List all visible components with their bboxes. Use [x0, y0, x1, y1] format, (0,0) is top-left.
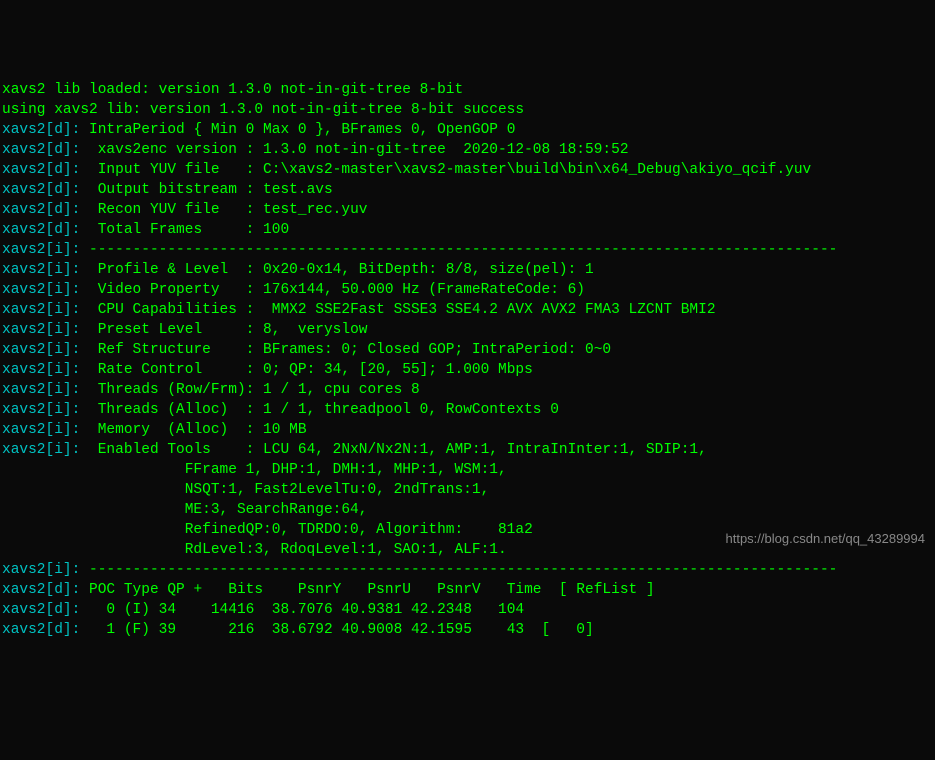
log-text: Preset Level : 8, veryslow: [80, 322, 367, 338]
log-line: xavs2[d]: 0 (I) 34 14416 38.7076 40.9381…: [2, 600, 933, 620]
log-text: RefinedQP:0, TDRDO:0, Algorithm: 81a2: [2, 522, 533, 538]
log-text: Ref Structure : BFrames: 0; Closed GOP; …: [80, 342, 611, 358]
log-prefix: xavs2[i]:: [2, 442, 80, 458]
log-prefix: xavs2[d]:: [2, 182, 80, 198]
log-line: xavs2[i]: Threads (Row/Frm): 1 / 1, cpu …: [2, 380, 933, 400]
log-text: Threads (Alloc) : 1 / 1, threadpool 0, R…: [80, 402, 559, 418]
log-prefix: xavs2[d]:: [2, 582, 80, 598]
log-line: xavs2[i]: Threads (Alloc) : 1 / 1, threa…: [2, 400, 933, 420]
log-line: xavs2[d]: POC Type QP + Bits PsnrY PsnrU…: [2, 580, 933, 600]
log-text: xavs2 lib loaded: version 1.3.0 not-in-g…: [2, 82, 463, 98]
log-text: Recon YUV file : test_rec.yuv: [80, 202, 367, 218]
log-text: 0 (I) 34 14416 38.7076 40.9381 42.2348 1…: [80, 602, 524, 618]
log-line: FFrame 1, DHP:1, DMH:1, MHP:1, WSM:1,: [2, 460, 933, 480]
log-text: Rate Control : 0; QP: 34, [20, 55]; 1.00…: [80, 362, 532, 378]
log-text: Output bitstream : test.avs: [80, 182, 332, 198]
log-line: xavs2[d]: Input YUV file : C:\xavs2-mast…: [2, 160, 933, 180]
log-line: ME:3, SearchRange:64,: [2, 500, 933, 520]
log-prefix: xavs2[d]:: [2, 222, 80, 238]
log-prefix: xavs2[i]:: [2, 302, 80, 318]
log-text: ----------------------------------------…: [80, 562, 837, 578]
log-line: xavs2[i]: ------------------------------…: [2, 240, 933, 260]
log-line: xavs2[d]: Output bitstream : test.avs: [2, 180, 933, 200]
terminal-output: xavs2 lib loaded: version 1.3.0 not-in-g…: [2, 80, 933, 640]
log-text: ----------------------------------------…: [80, 242, 837, 258]
log-prefix: xavs2[i]:: [2, 402, 80, 418]
log-line: xavs2[i]: Video Property : 176x144, 50.0…: [2, 280, 933, 300]
log-line: xavs2[i]: Ref Structure : BFrames: 0; Cl…: [2, 340, 933, 360]
log-line: xavs2[i]: Profile & Level : 0x20-0x14, B…: [2, 260, 933, 280]
log-text: Video Property : 176x144, 50.000 Hz (Fra…: [80, 282, 585, 298]
log-text: Input YUV file : C:\xavs2-master\xavs2-m…: [80, 162, 811, 178]
log-prefix: xavs2[i]:: [2, 342, 80, 358]
log-text: Total Frames : 100: [80, 222, 289, 238]
log-prefix: xavs2[d]:: [2, 202, 80, 218]
log-line: xavs2[i]: Rate Control : 0; QP: 34, [20,…: [2, 360, 933, 380]
log-text: using xavs2 lib: version 1.3.0 not-in-gi…: [2, 102, 524, 118]
log-prefix: xavs2[i]:: [2, 262, 80, 278]
log-line: xavs2[i]: CPU Capabilities : MMX2 SSE2Fa…: [2, 300, 933, 320]
log-line: NSQT:1, Fast2LevelTu:0, 2ndTrans:1,: [2, 480, 933, 500]
log-line: xavs2[i]: Memory (Alloc) : 10 MB: [2, 420, 933, 440]
log-prefix: xavs2[i]:: [2, 362, 80, 378]
log-text: CPU Capabilities : MMX2 SSE2Fast SSSE3 S…: [80, 302, 715, 318]
log-prefix: xavs2[d]:: [2, 602, 80, 618]
log-prefix: xavs2[i]:: [2, 242, 80, 258]
log-text: xavs2enc version : 1.3.0 not-in-git-tree…: [80, 142, 628, 158]
log-line: xavs2[i]: Preset Level : 8, veryslow: [2, 320, 933, 340]
log-line: xavs2[d]: 1 (F) 39 216 38.6792 40.9008 4…: [2, 620, 933, 640]
log-prefix: xavs2[d]:: [2, 122, 80, 138]
log-line: xavs2[d]: Recon YUV file : test_rec.yuv: [2, 200, 933, 220]
log-prefix: xavs2[i]:: [2, 382, 80, 398]
log-line: xavs2 lib loaded: version 1.3.0 not-in-g…: [2, 80, 933, 100]
log-text: Profile & Level : 0x20-0x14, BitDepth: 8…: [80, 262, 593, 278]
log-prefix: xavs2[i]:: [2, 322, 80, 338]
log-text: ME:3, SearchRange:64,: [2, 502, 367, 518]
log-text: POC Type QP + Bits PsnrY PsnrU PsnrV Tim…: [80, 582, 654, 598]
log-prefix: xavs2[d]:: [2, 622, 80, 638]
log-text: Threads (Row/Frm): 1 / 1, cpu cores 8: [80, 382, 419, 398]
log-line: xavs2[i]: ------------------------------…: [2, 560, 933, 580]
log-text: RdLevel:3, RdoqLevel:1, SAO:1, ALF:1.: [2, 542, 507, 558]
log-text: IntraPeriod { Min 0 Max 0 }, BFrames 0, …: [80, 122, 515, 138]
log-prefix: xavs2[d]:: [2, 142, 80, 158]
log-text: 1 (F) 39 216 38.6792 40.9008 42.1595 43 …: [80, 622, 593, 638]
log-text: FFrame 1, DHP:1, DMH:1, MHP:1, WSM:1,: [2, 462, 507, 478]
log-line: xavs2[d]: xavs2enc version : 1.3.0 not-i…: [2, 140, 933, 160]
log-text: NSQT:1, Fast2LevelTu:0, 2ndTrans:1,: [2, 482, 489, 498]
log-line: xavs2[d]: IntraPeriod { Min 0 Max 0 }, B…: [2, 120, 933, 140]
log-prefix: xavs2[i]:: [2, 422, 80, 438]
log-text: Enabled Tools : LCU 64, 2NxN/Nx2N:1, AMP…: [80, 442, 707, 458]
log-text: Memory (Alloc) : 10 MB: [80, 422, 306, 438]
log-prefix: xavs2[i]:: [2, 562, 80, 578]
log-prefix: xavs2[i]:: [2, 282, 80, 298]
watermark-text: https://blog.csdn.net/qq_43289994: [726, 529, 926, 549]
log-prefix: xavs2[d]:: [2, 162, 80, 178]
log-line: using xavs2 lib: version 1.3.0 not-in-gi…: [2, 100, 933, 120]
log-line: xavs2[d]: Total Frames : 100: [2, 220, 933, 240]
log-line: xavs2[i]: Enabled Tools : LCU 64, 2NxN/N…: [2, 440, 933, 460]
